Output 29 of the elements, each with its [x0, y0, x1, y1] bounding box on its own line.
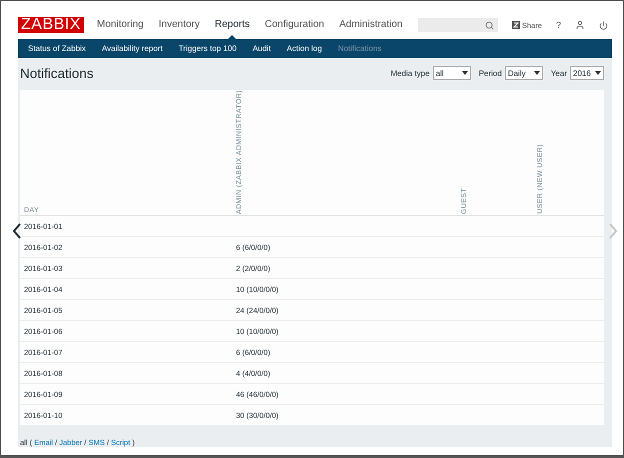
filter-dropdown[interactable]: Daily [504, 66, 543, 80]
caret-icon [534, 71, 540, 75]
help-button[interactable]: ? [556, 20, 561, 30]
page-title: Notifications [20, 66, 94, 80]
power-icon [599, 20, 608, 30]
user-icon [575, 20, 585, 30]
search-field[interactable] [418, 18, 498, 32]
filter-dropdown[interactable]: 2016 [570, 66, 604, 80]
share-icon [512, 21, 520, 29]
menu-tab[interactable]: Configuration [264, 11, 324, 39]
zabbix-logo[interactable]: ZABBIX [18, 17, 84, 33]
filter-label: Year [550, 68, 567, 78]
submenu-item[interactable]: Audit [252, 44, 271, 53]
filter-label: Period [478, 68, 502, 78]
caret-icon [595, 71, 601, 75]
search-icon [484, 20, 494, 30]
filter-dropdown[interactable]: all [432, 66, 471, 80]
filter-label: Media type [390, 68, 430, 78]
submenu-item[interactable]: Status of Zabbix [28, 44, 86, 53]
menu-tab[interactable]: Inventory [158, 11, 200, 39]
menu-tab[interactable]: Administration [339, 11, 403, 39]
menu-tab[interactable]: Reports [214, 11, 250, 39]
submenu-item[interactable]: Triggers top 100 [178, 44, 237, 53]
menu-tab[interactable]: Monitoring [96, 11, 144, 39]
submenu-item[interactable]: Availability report [102, 44, 163, 53]
sign-out-button[interactable] [599, 20, 608, 30]
submenu-item[interactable]: Action log [286, 44, 322, 53]
user-profile-button[interactable] [575, 20, 585, 30]
caret-icon [462, 71, 468, 75]
